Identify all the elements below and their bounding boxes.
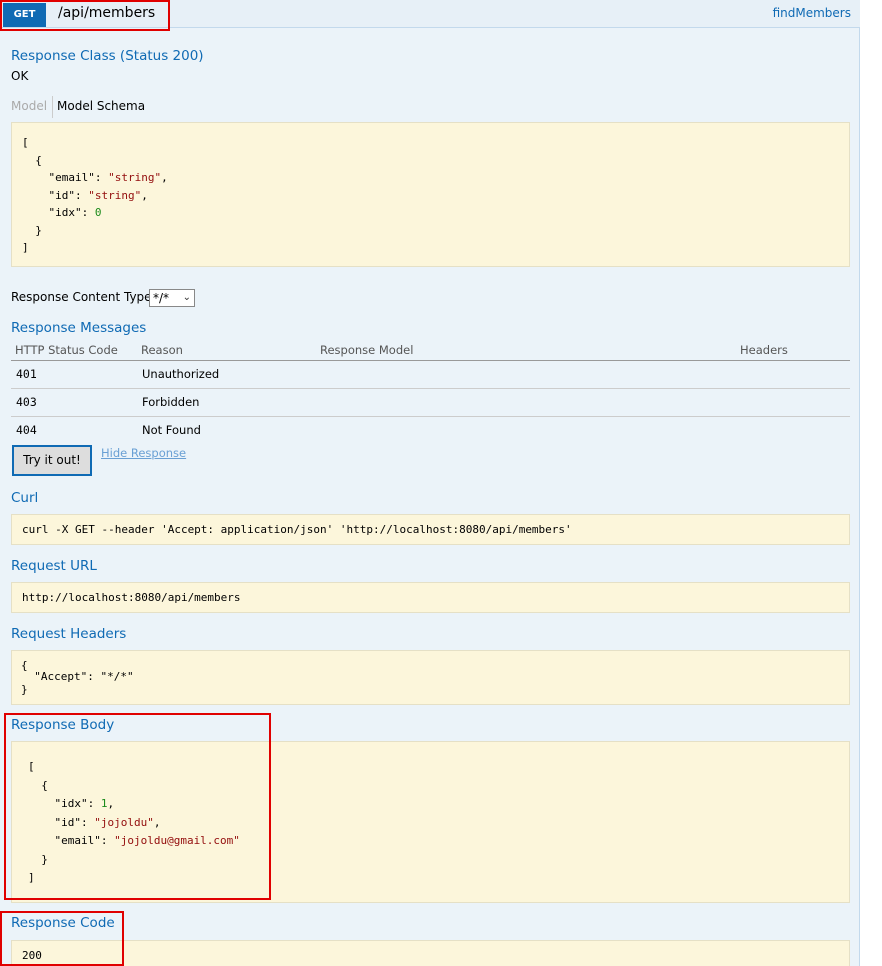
code-token: { [22,153,42,167]
string-token: "jojoldu" [94,815,154,829]
chevron-down-icon: ⌄ [182,292,191,303]
code-token: "id": [22,188,89,202]
table-header-divider [11,360,850,361]
tab-model-schema[interactable]: Model Schema [57,99,145,113]
reason-cell: Forbidden [142,395,200,409]
code-token: , [161,171,168,184]
status-code-cell: 403 [16,395,37,409]
response-body-box: [ { "idx": 1, "id": "jojoldu", "email": … [11,741,850,903]
code-line: "id": "jojoldu", [28,816,160,829]
hide-response-link[interactable]: Hide Response [101,446,186,460]
status-code-cell: 404 [16,423,37,437]
model-schema-box: [ { "email": "string", "id": "string", "… [11,122,850,267]
code-token: "email": [22,171,109,184]
code-token: , [107,797,115,810]
request-headers-line: "Accept": "*/*" [21,670,134,683]
code-line: } [28,853,48,866]
endpoint-path[interactable]: /api/members [58,5,155,21]
col-header-reason: Reason [141,343,183,357]
operation-nickname-link[interactable]: findMembers [773,6,851,20]
content-type-value: */* [153,291,170,305]
request-url-value: http://localhost:8080/api/members [22,591,241,604]
code-line: { [28,779,48,792]
response-status-text: OK [11,69,29,83]
code-line: "email": "jojoldu@gmail.com" [28,834,240,847]
request-headers-title: Request Headers [11,626,127,642]
code-token: "idx": [28,797,101,810]
code-token: } [28,852,48,866]
code-line: ] [22,241,29,254]
response-code-value: 200 [22,949,42,962]
code-line: [ [28,760,35,773]
response-class-title: Response Class (Status 200) [11,48,204,64]
code-line: "id": "string", [22,188,148,202]
operation-panel: GET /api/members findMembers Response Cl… [0,0,860,966]
col-header-response-model: Response Model [320,343,414,357]
code-line: ] [28,871,35,884]
request-headers-line: } [21,683,28,696]
curl-title: Curl [11,490,39,506]
http-method-badge[interactable]: GET [3,3,46,27]
code-line: "idx": 1, [28,797,114,810]
code-token: "email": [28,834,115,847]
number-token: 0 [94,206,102,219]
curl-box: curl -X GET --header 'Accept: applicatio… [11,514,850,545]
request-url-box: http://localhost:8080/api/members [11,582,850,613]
string-token: "string" [88,188,142,202]
content-type-select[interactable]: */* ⌄ [149,289,195,307]
try-it-out-button[interactable]: Try it out! [12,445,92,476]
code-token: } [22,223,42,237]
row-divider [11,416,850,417]
code-token: "id": [28,815,95,829]
code-token: ] [28,871,35,884]
status-code-cell: 401 [16,367,37,381]
operation-heading[interactable]: GET /api/members findMembers [0,0,860,28]
response-code-box: 200 [11,940,850,966]
response-messages-title: Response Messages [11,320,147,336]
row-divider [11,388,850,389]
code-token: ] [22,241,29,254]
response-body-title: Response Body [11,717,115,733]
code-line: { [22,154,42,167]
reason-cell: Unauthorized [142,367,220,381]
string-token: "jojoldu@gmail.com" [114,834,240,847]
code-token: [ [22,136,29,149]
col-header-status-code: HTTP Status Code [15,343,118,357]
code-line: [ [22,136,29,149]
code-token: , [141,188,148,202]
col-header-headers: Headers [740,343,788,357]
tab-divider [52,96,53,118]
reason-cell: Not Found [142,423,201,437]
code-line: "email": "string", [22,171,168,184]
string-token: "string" [108,171,162,184]
code-token: [ [28,760,35,773]
code-token: { [28,778,48,792]
code-line: } [22,224,42,237]
tab-model[interactable]: Model [11,99,47,113]
response-code-title: Response Code [11,915,115,931]
curl-command: curl -X GET --header 'Accept: applicatio… [22,523,572,536]
request-url-title: Request URL [11,558,97,574]
code-line: "idx": 0 [22,206,101,219]
content-type-label: Response Content Type [11,290,152,304]
code-token: "idx": [22,206,95,219]
request-headers-box: { "Accept": "*/*" } [11,650,850,705]
code-token: , [153,815,161,829]
